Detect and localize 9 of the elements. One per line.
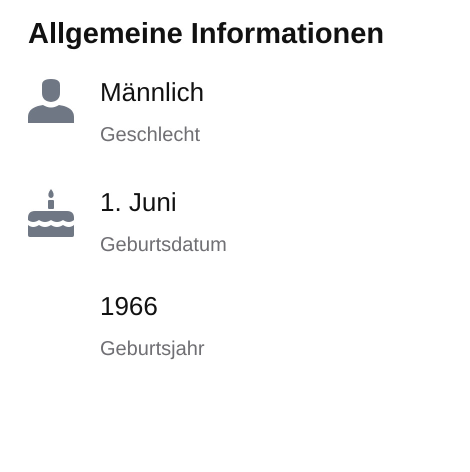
field-value: 1966 <box>100 291 159 321</box>
field-label: Geburtsdatum <box>100 233 227 257</box>
person-icon <box>28 79 74 123</box>
section-title: Allgemeine Informationen <box>28 18 386 51</box>
cake-icon <box>28 189 74 237</box>
field-label: Geburtsjahr <box>100 337 204 361</box>
field-value: 1. Juni <box>100 187 178 217</box>
field-value: Männlich <box>100 77 204 107</box>
field-label: Geschlecht <box>100 123 202 147</box>
